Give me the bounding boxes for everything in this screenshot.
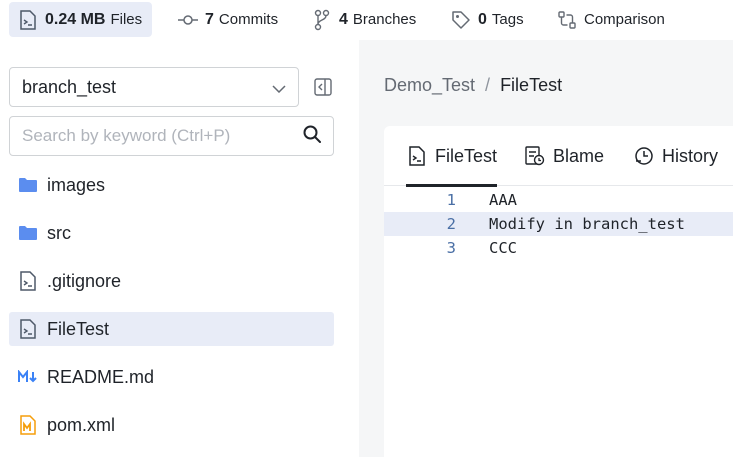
breadcrumb: Demo_Test / FileTest bbox=[384, 75, 562, 96]
breadcrumb-separator: / bbox=[485, 75, 491, 95]
file-name: images bbox=[47, 174, 106, 195]
commits-count: 7 bbox=[205, 10, 214, 28]
commits-label: Commits bbox=[218, 11, 279, 28]
file-code-icon bbox=[17, 318, 39, 340]
chevron-down-icon bbox=[272, 77, 286, 98]
file-code-icon bbox=[17, 9, 39, 31]
file-name: pom.xml bbox=[47, 414, 116, 435]
tab-history[interactable]: History bbox=[633, 126, 718, 186]
branches-count: 4 bbox=[339, 10, 348, 28]
file-search-box[interactable] bbox=[9, 116, 334, 156]
file-name: README.md bbox=[47, 366, 155, 387]
file-item-readme[interactable]: README.md bbox=[9, 360, 334, 394]
tags-label: Tags bbox=[491, 11, 524, 28]
line-text: CCC bbox=[489, 239, 517, 257]
breadcrumb-file: FileTest bbox=[500, 75, 563, 95]
file-viewer-panel: FileTest Blame History 1 AAA 2 Modify in… bbox=[384, 126, 733, 457]
branch-selector[interactable]: branch_test bbox=[9, 67, 299, 107]
file-name: src bbox=[47, 222, 71, 243]
markdown-icon bbox=[17, 366, 39, 388]
file-code-icon bbox=[17, 270, 39, 292]
file-tabs: FileTest Blame History bbox=[384, 126, 733, 187]
file-list: images src .gitignore FileTest README.md bbox=[9, 168, 334, 456]
code-line: 2 Modify in branch_test bbox=[384, 212, 733, 236]
file-code-icon bbox=[406, 145, 428, 167]
tags-stat[interactable]: 0 Tags bbox=[450, 2, 524, 37]
maven-icon bbox=[17, 414, 39, 436]
code-line: 1 AAA bbox=[384, 188, 733, 212]
tags-count: 0 bbox=[478, 10, 487, 28]
tab-label: FileTest bbox=[435, 145, 498, 166]
line-text: AAA bbox=[489, 191, 517, 209]
repo-stats-bar: 0.24 MB Files 7 Commits 4 Branches 0 Tag… bbox=[0, 0, 733, 40]
line-number[interactable]: 2 bbox=[384, 215, 456, 233]
tab-blame[interactable]: Blame bbox=[524, 126, 604, 186]
code-view: 1 AAA 2 Modify in branch_test 3 CCC bbox=[384, 188, 733, 260]
file-item-filetest[interactable]: FileTest bbox=[9, 312, 334, 346]
tag-icon bbox=[450, 9, 472, 31]
compare-icon bbox=[556, 9, 578, 31]
commits-stat[interactable]: 7 Commits bbox=[177, 2, 278, 37]
line-number[interactable]: 1 bbox=[384, 191, 456, 209]
search-icon[interactable] bbox=[303, 125, 321, 148]
tab-label: Blame bbox=[553, 145, 605, 166]
files-label: Files bbox=[110, 11, 143, 28]
file-item-src[interactable]: src bbox=[9, 216, 334, 250]
files-size: 0.24 MB bbox=[45, 10, 106, 28]
file-name: .gitignore bbox=[47, 270, 122, 291]
comparison-label: Comparison bbox=[584, 11, 665, 28]
breadcrumb-repo[interactable]: Demo_Test bbox=[384, 75, 475, 96]
history-icon bbox=[633, 145, 655, 167]
commit-icon bbox=[177, 9, 199, 31]
branches-stat[interactable]: 4 Branches bbox=[311, 2, 416, 37]
branch-name: branch_test bbox=[22, 76, 117, 97]
folder-icon bbox=[17, 222, 39, 244]
search-input[interactable] bbox=[22, 126, 303, 146]
branches-label: Branches bbox=[352, 11, 417, 28]
code-line: 3 CCC bbox=[384, 236, 733, 260]
tab-file[interactable]: FileTest bbox=[406, 126, 498, 187]
file-item-images[interactable]: images bbox=[9, 168, 334, 202]
branch-icon bbox=[311, 9, 333, 31]
file-name: FileTest bbox=[47, 318, 110, 339]
line-text: Modify in branch_test bbox=[489, 215, 685, 233]
file-item-gitignore[interactable]: .gitignore bbox=[9, 264, 334, 298]
blame-icon bbox=[524, 145, 546, 167]
folder-icon bbox=[17, 174, 39, 196]
files-stat[interactable]: 0.24 MB Files bbox=[9, 2, 153, 37]
file-item-pom[interactable]: pom.xml bbox=[9, 408, 334, 442]
comparison-stat[interactable]: Comparison bbox=[556, 2, 665, 37]
tab-label: History bbox=[662, 145, 719, 166]
collapse-sidebar-icon[interactable] bbox=[312, 76, 334, 98]
line-number[interactable]: 3 bbox=[384, 239, 456, 257]
file-tree-sidebar: branch_test images src .g bbox=[0, 40, 359, 457]
